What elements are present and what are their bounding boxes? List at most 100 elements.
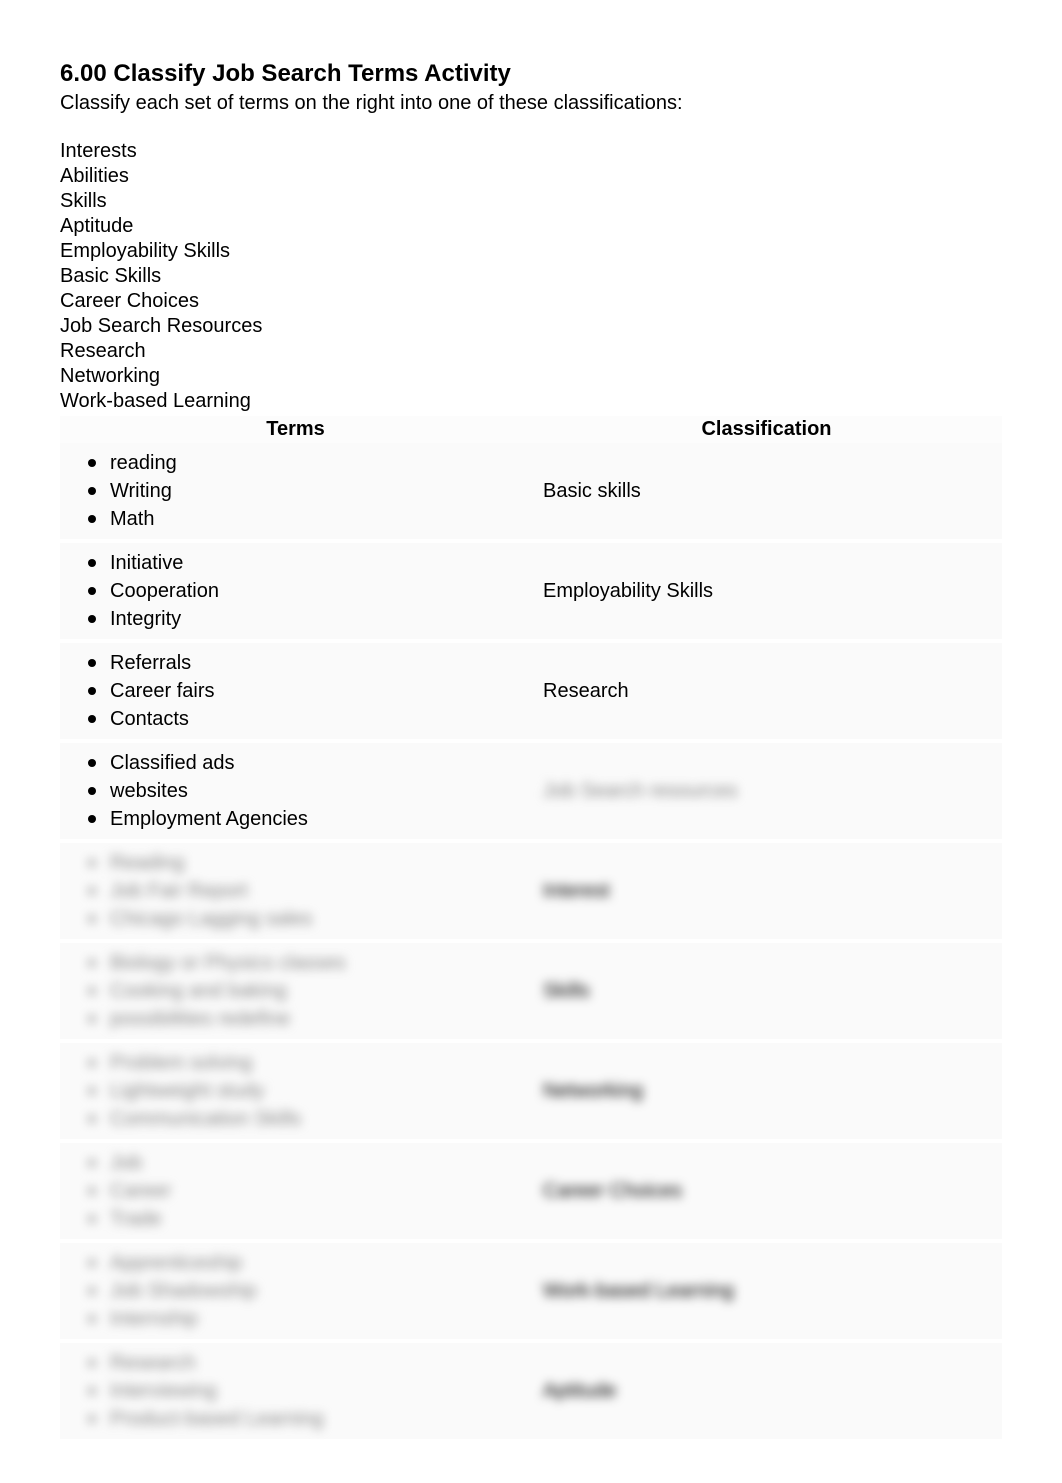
term-item: Biology or Physics classes <box>72 949 519 977</box>
classification-item: Basic Skills <box>60 264 1002 289</box>
term-text: Product-based Learning <box>110 1405 323 1433</box>
term-item: Initiative <box>72 549 519 577</box>
bullet-icon <box>88 487 96 495</box>
classification-cell: Basic skills <box>531 443 1002 539</box>
classification-cell: Research <box>531 643 1002 739</box>
classification-item: Work-based Learning <box>60 389 1002 414</box>
bullet-icon <box>88 1059 96 1067</box>
terms-cell: ReadingJob Fair ReportChicago Lagging sa… <box>60 843 531 939</box>
term-text: Biology or Physics classes <box>110 949 346 977</box>
table-row: Classified adswebsitesEmployment Agencie… <box>60 743 1002 843</box>
term-text: Apprenticeship <box>110 1249 242 1277</box>
classification-item: Interests <box>60 139 1002 164</box>
table-row: ReferralsCareer fairsContacts Research <box>60 643 1002 743</box>
bullet-icon <box>88 659 96 667</box>
bullet-icon <box>88 915 96 923</box>
term-item: Writing <box>72 477 519 505</box>
page-title: 6.00 Classify Job Search Terms Activity <box>60 60 1002 88</box>
term-item: Problem solving <box>72 1049 519 1077</box>
table-row: Problem solvingLightweight studyCommunic… <box>60 1043 1002 1143</box>
bullet-icon <box>88 1387 96 1395</box>
term-item: Reading <box>72 849 519 877</box>
term-item: Cooking and baking <box>72 977 519 1005</box>
term-text: Internship <box>110 1305 198 1333</box>
bullet-icon <box>88 1115 96 1123</box>
term-item: Employment Agencies <box>72 805 519 833</box>
term-item: Lightweight study <box>72 1077 519 1105</box>
term-text: Trade <box>110 1205 162 1233</box>
classification-text: Employability Skills <box>543 580 713 603</box>
term-item: Math <box>72 505 519 533</box>
bullet-icon <box>88 459 96 467</box>
term-item: Trade <box>72 1205 519 1233</box>
term-text: Initiative <box>110 549 183 577</box>
term-text: Classified ads <box>110 749 235 777</box>
term-item: Internship <box>72 1305 519 1333</box>
bullet-icon <box>88 1215 96 1223</box>
term-text: Career fairs <box>110 677 214 705</box>
term-item: Communication Skills <box>72 1105 519 1133</box>
bullet-icon <box>88 1415 96 1423</box>
terms-table: Terms Classification readingWritingMath B… <box>60 416 1002 1443</box>
bullet-icon <box>88 559 96 567</box>
table-header-row: Terms Classification <box>60 416 1002 443</box>
terms-cell: InitiativeCooperationIntegrity <box>60 543 531 639</box>
bullet-icon <box>88 1359 96 1367</box>
classification-cell: Career Choices <box>531 1143 1002 1239</box>
instructions-text: Classify each set of terms on the right … <box>60 92 1002 115</box>
table-row: JobCareerTradeCareer Choices <box>60 1143 1002 1243</box>
bullet-icon <box>88 887 96 895</box>
term-text: Contacts <box>110 705 189 733</box>
term-text: Employment Agencies <box>110 805 308 833</box>
term-text: Research <box>110 1349 196 1377</box>
term-item: reading <box>72 449 519 477</box>
table-row: ResearchInterviewingProduct-based Learni… <box>60 1343 1002 1443</box>
classification-item: Networking <box>60 364 1002 389</box>
term-item: Job Fair Report <box>72 877 519 905</box>
classification-item: Job Search Resources <box>60 314 1002 339</box>
bullet-icon <box>88 1187 96 1195</box>
term-text: Job Shadowship <box>110 1277 257 1305</box>
classification-item: Career Choices <box>60 289 1002 314</box>
term-item: possibilities redefine <box>72 1005 519 1033</box>
classification-text: Work-based Learning <box>543 1280 734 1303</box>
classification-cell: Skills <box>531 943 1002 1039</box>
classifications-list: InterestsAbilitiesSkillsAptitudeEmployab… <box>60 139 1002 414</box>
term-item: Career fairs <box>72 677 519 705</box>
classification-cell: Employability Skills <box>531 543 1002 639</box>
term-item: Job <box>72 1149 519 1177</box>
term-item: Integrity <box>72 605 519 633</box>
classification-cell: Networking <box>531 1043 1002 1139</box>
table-row: InitiativeCooperationIntegrity Employabil… <box>60 543 1002 643</box>
terms-cell: JobCareerTrade <box>60 1143 531 1239</box>
bullet-icon <box>88 1087 96 1095</box>
classification-text: Research <box>543 680 629 703</box>
table-row: Biology or Physics classesCooking and ba… <box>60 943 1002 1043</box>
term-text: Referrals <box>110 649 191 677</box>
term-item: Chicago Lagging sales <box>72 905 519 933</box>
term-text: Job <box>110 1149 142 1177</box>
term-item: Apprenticeship <box>72 1249 519 1277</box>
classification-text: Skills <box>543 980 590 1003</box>
term-item: Contacts <box>72 705 519 733</box>
header-classification: Classification <box>531 416 1002 443</box>
term-text: Integrity <box>110 605 181 633</box>
bullet-icon <box>88 1015 96 1023</box>
classification-text: Networking <box>543 1080 643 1103</box>
terms-cell: ReferralsCareer fairsContacts <box>60 643 531 739</box>
terms-cell: Problem solvingLightweight studyCommunic… <box>60 1043 531 1139</box>
bullet-icon <box>88 987 96 995</box>
bullet-icon <box>88 1315 96 1323</box>
table-row: ApprenticeshipJob ShadowshipInternship Wo… <box>60 1243 1002 1343</box>
term-text: Math <box>110 505 154 533</box>
term-text: Problem solving <box>110 1049 252 1077</box>
term-item: Cooperation <box>72 577 519 605</box>
bullet-icon <box>88 587 96 595</box>
term-item: Classified ads <box>72 749 519 777</box>
bullet-icon <box>88 715 96 723</box>
classification-item: Research <box>60 339 1002 364</box>
classification-text: Aptitude <box>543 1380 616 1403</box>
classification-item: Abilities <box>60 164 1002 189</box>
terms-cell: Biology or Physics classesCooking and ba… <box>60 943 531 1039</box>
table-row: ReadingJob Fair ReportChicago Lagging sa… <box>60 843 1002 943</box>
